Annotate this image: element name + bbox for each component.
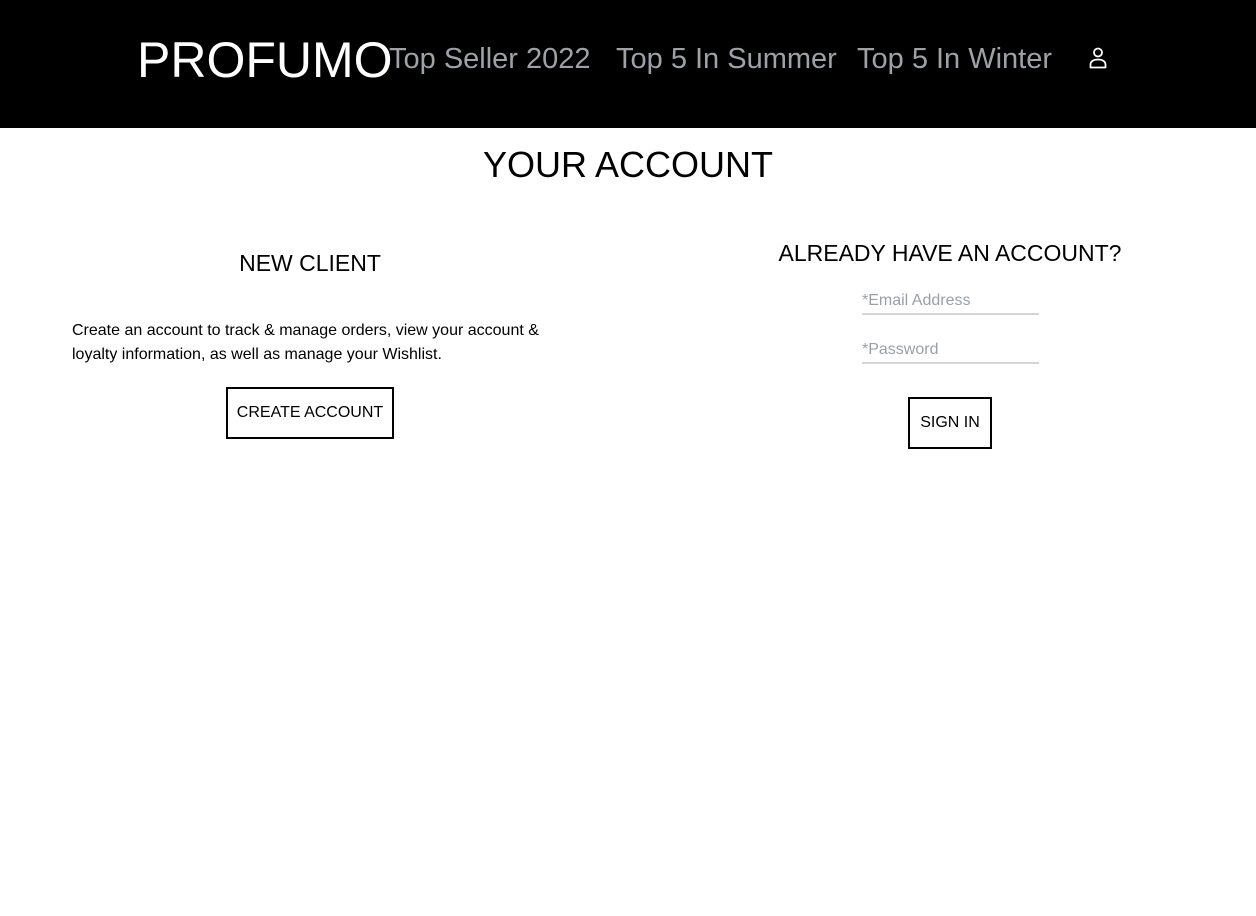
sign-in-heading: ALREADY HAVE AN ACCOUNT? <box>778 240 1122 266</box>
brand-logo[interactable]: PROFUMO <box>137 32 393 88</box>
top-navigation-bar: PROFUMO Top Seller 2022 Top 5 In Summer … <box>0 0 1256 128</box>
create-account-button[interactable]: CREATE ACCOUNT <box>226 387 394 439</box>
sign-in-button[interactable]: SIGN IN <box>908 397 992 449</box>
nav-link-top-5-in-summer[interactable]: Top 5 In Summer <box>616 40 837 78</box>
nav-link-top-5-in-winter[interactable]: Top 5 In Winter <box>857 40 1052 78</box>
password-field[interactable] <box>862 338 1039 364</box>
user-icon[interactable] <box>1086 46 1110 70</box>
new-client-description: Create an account to track & manage orde… <box>72 322 539 363</box>
email-field[interactable] <box>862 289 1039 315</box>
nav-link-top-seller-2022[interactable]: Top Seller 2022 <box>389 40 591 78</box>
page-title: YOUR ACCOUNT <box>482 144 774 185</box>
new-client-heading: NEW CLIENT <box>239 250 381 276</box>
